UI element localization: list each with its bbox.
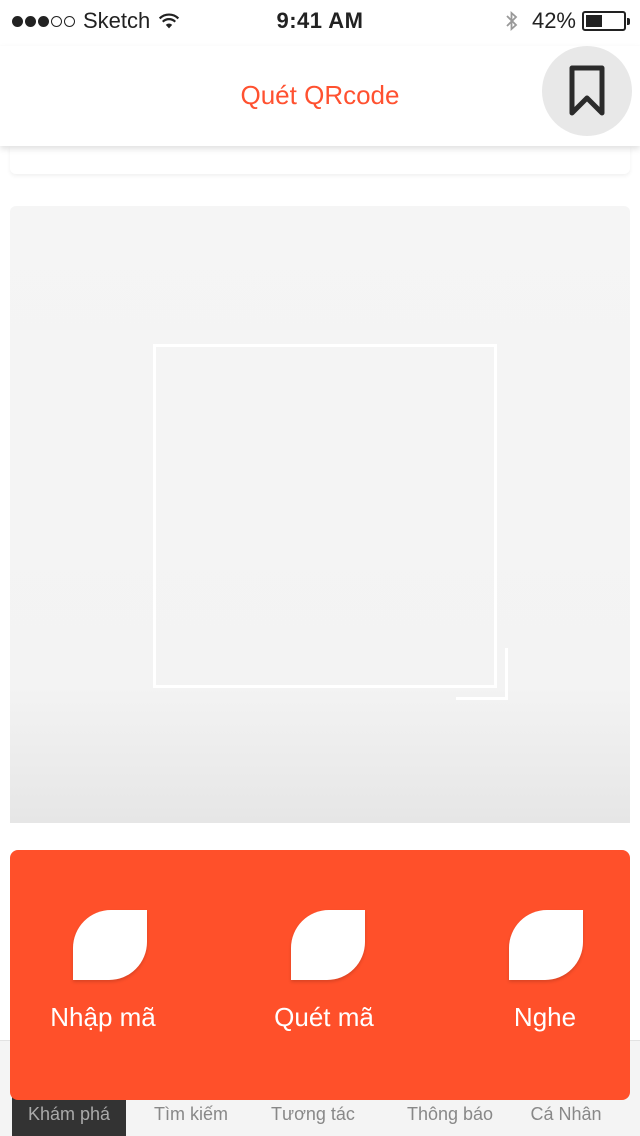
card-strip [10,146,630,174]
qr-scanner-viewport[interactable] [10,206,630,823]
leaf-icon [509,910,583,980]
battery-icon [582,11,630,31]
battery-percent: 42% [531,8,576,33]
scan-frame-corner [456,648,508,700]
action-label: Nghe [513,1002,577,1032]
battery-fill [586,15,602,27]
leaf-icon [73,910,147,980]
scan-frame [153,344,497,688]
bookmark-button[interactable] [542,46,632,136]
header-bar: Quét QRcode [0,46,640,146]
status-bar: Sketch 9:41 AM 42% [0,0,640,40]
bluetooth-icon [506,10,518,32]
listen-button[interactable]: Nghe [430,850,630,1100]
scan-code-button[interactable]: Quét mã [220,850,420,1100]
action-panel: Nhập mã Quét mã Nghe [10,850,630,1100]
enter-code-button[interactable]: Nhập mã [10,850,210,1100]
bookmark-icon [569,65,605,116]
status-right: 42% [504,8,630,34]
action-label: Quét mã [274,1002,374,1032]
battery-cap [627,18,630,25]
leaf-icon [291,910,365,980]
action-label: Nhập mã [50,1002,156,1032]
